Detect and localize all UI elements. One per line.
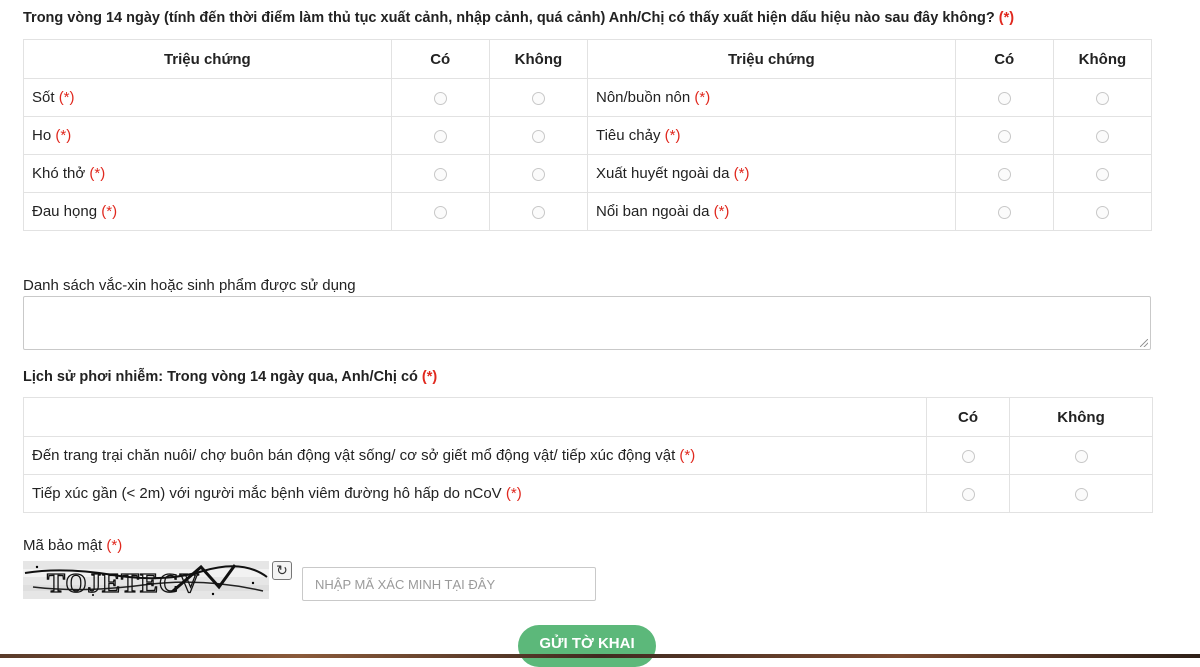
table-row: Đau họng (*) Nổi ban ngoài da (*) bbox=[23, 192, 1153, 231]
header-no: Không bbox=[488, 39, 588, 79]
header-yes: Có bbox=[926, 397, 1010, 437]
symptoms-question: Trong vòng 14 ngày (tính đến thời điểm l… bbox=[23, 10, 1014, 26]
exposure-label: Đến trang trại chăn nuôi/ chợ buôn bán đ… bbox=[32, 447, 676, 464]
required-mark: (*) bbox=[694, 89, 711, 106]
table-row: Tiếp xúc gần (< 2m) với người mắc bệnh v… bbox=[23, 474, 1153, 513]
captcha-text: TOJETECV bbox=[47, 568, 200, 598]
symptom-cell: Nổi ban ngoài da (*) bbox=[586, 192, 956, 231]
header-yes: Có bbox=[390, 39, 490, 79]
radio-no[interactable] bbox=[1095, 129, 1109, 143]
required-mark: (*) bbox=[55, 127, 72, 144]
symptom-cell: Tiêu chảy (*) bbox=[586, 116, 956, 155]
symptom-label: Nôn/buồn nôn bbox=[595, 89, 691, 106]
background-strip bbox=[0, 654, 1200, 658]
captcha-image: TOJETECV bbox=[23, 561, 269, 599]
radio-no[interactable] bbox=[1074, 449, 1088, 463]
required-mark: (*) bbox=[733, 165, 750, 182]
symptom-cell: Nôn/buồn nôn (*) bbox=[586, 78, 956, 117]
radio-yes[interactable] bbox=[433, 91, 447, 105]
symptom-label: Đau họng bbox=[32, 203, 98, 220]
symptom-cell: Xuất huyết ngoài da (*) bbox=[586, 154, 956, 193]
symptom-cell: Khó thở (*) bbox=[23, 154, 392, 193]
radio-no[interactable] bbox=[531, 91, 545, 105]
required-mark: (*) bbox=[58, 89, 75, 106]
table-row: Sốt (*) Nôn/buồn nôn (*) bbox=[23, 78, 1153, 117]
exposure-title-text: Lịch sử phơi nhiễm: Trong vòng 14 ngày q… bbox=[23, 369, 418, 385]
required-mark: (*) bbox=[679, 447, 696, 464]
table-row: Đến trang trại chăn nuôi/ chợ buôn bán đ… bbox=[23, 436, 1153, 475]
symptom-cell: Sốt (*) bbox=[23, 78, 392, 117]
table-row: Ho (*) Tiêu chảy (*) bbox=[23, 116, 1153, 155]
table-row: Khó thở (*) Xuất huyết ngoài da (*) bbox=[23, 154, 1153, 193]
radio-no[interactable] bbox=[1095, 205, 1109, 219]
header-no: Không bbox=[1009, 397, 1153, 437]
header-symptom: Triệu chứng bbox=[23, 39, 392, 79]
exposure-label: Tiếp xúc gần (< 2m) với người mắc bệnh v… bbox=[32, 485, 502, 502]
exposure-title: Lịch sử phơi nhiễm: Trong vòng 14 ngày q… bbox=[23, 369, 437, 385]
radio-no[interactable] bbox=[531, 205, 545, 219]
header-symptom: Triệu chứng bbox=[586, 39, 956, 79]
symptom-label: Xuất huyết ngoài da bbox=[595, 165, 730, 182]
captcha-noise: TOJETECV bbox=[23, 561, 269, 599]
submit-button[interactable]: GỬI TỜ KHAI bbox=[518, 625, 656, 667]
required-mark: (*) bbox=[505, 485, 522, 502]
radio-yes[interactable] bbox=[433, 167, 447, 181]
symptom-label: Ho bbox=[32, 127, 52, 144]
radio-yes[interactable] bbox=[961, 449, 975, 463]
required-mark: (*) bbox=[89, 165, 106, 182]
radio-no[interactable] bbox=[1095, 91, 1109, 105]
radio-no[interactable] bbox=[1095, 167, 1109, 181]
radio-yes[interactable] bbox=[433, 129, 447, 143]
exposure-cell: Đến trang trại chăn nuôi/ chợ buôn bán đ… bbox=[23, 436, 927, 475]
header-yes: Có bbox=[954, 39, 1054, 79]
radio-no[interactable] bbox=[531, 167, 545, 181]
radio-no[interactable] bbox=[1074, 487, 1088, 501]
symptoms-header-row: Triệu chứng Có Không Triệu chứng Có Khôn… bbox=[23, 39, 1153, 79]
refresh-icon[interactable]: ↻ bbox=[272, 561, 292, 580]
required-mark: (*) bbox=[421, 369, 438, 385]
vaccine-textarea[interactable] bbox=[23, 296, 1151, 350]
exposure-table: Có Không Đến trang trại chăn nuôi/ chợ b… bbox=[23, 397, 1153, 513]
symptom-cell: Ho (*) bbox=[23, 116, 392, 155]
exposure-header-row: Có Không bbox=[23, 397, 1153, 437]
symptom-cell: Đau họng (*) bbox=[23, 192, 392, 231]
symptoms-question-text: Trong vòng 14 ngày (tính đến thời điểm l… bbox=[23, 10, 995, 26]
symptom-label: Nổi ban ngoài da bbox=[595, 203, 710, 220]
radio-yes[interactable] bbox=[997, 129, 1011, 143]
header-no: Không bbox=[1052, 39, 1153, 79]
radio-yes[interactable] bbox=[997, 205, 1011, 219]
header-empty bbox=[23, 397, 927, 437]
radio-yes[interactable] bbox=[433, 205, 447, 219]
symptom-label: Khó thở bbox=[32, 165, 86, 182]
exposure-cell: Tiếp xúc gần (< 2m) với người mắc bệnh v… bbox=[23, 474, 927, 513]
radio-yes[interactable] bbox=[997, 167, 1011, 181]
symptoms-table: Triệu chứng Có Không Triệu chứng Có Khôn… bbox=[23, 39, 1153, 231]
captcha-label-text: Mã bảo mật bbox=[23, 537, 103, 554]
radio-yes[interactable] bbox=[997, 91, 1011, 105]
required-mark: (*) bbox=[998, 10, 1015, 26]
required-mark: (*) bbox=[101, 203, 118, 220]
required-mark: (*) bbox=[713, 203, 730, 220]
radio-no[interactable] bbox=[531, 129, 545, 143]
vaccine-label: Danh sách vắc-xin hoặc sinh phẩm được sử… bbox=[23, 277, 356, 294]
captcha-input[interactable] bbox=[302, 567, 596, 601]
radio-yes[interactable] bbox=[961, 487, 975, 501]
resize-handle-icon[interactable] bbox=[1140, 339, 1148, 347]
symptom-label: Sốt bbox=[32, 89, 55, 106]
required-mark: (*) bbox=[664, 127, 681, 144]
required-mark: (*) bbox=[106, 537, 123, 554]
symptom-label: Tiêu chảy bbox=[595, 127, 661, 144]
captcha-label: Mã bảo mật (*) bbox=[23, 537, 122, 554]
